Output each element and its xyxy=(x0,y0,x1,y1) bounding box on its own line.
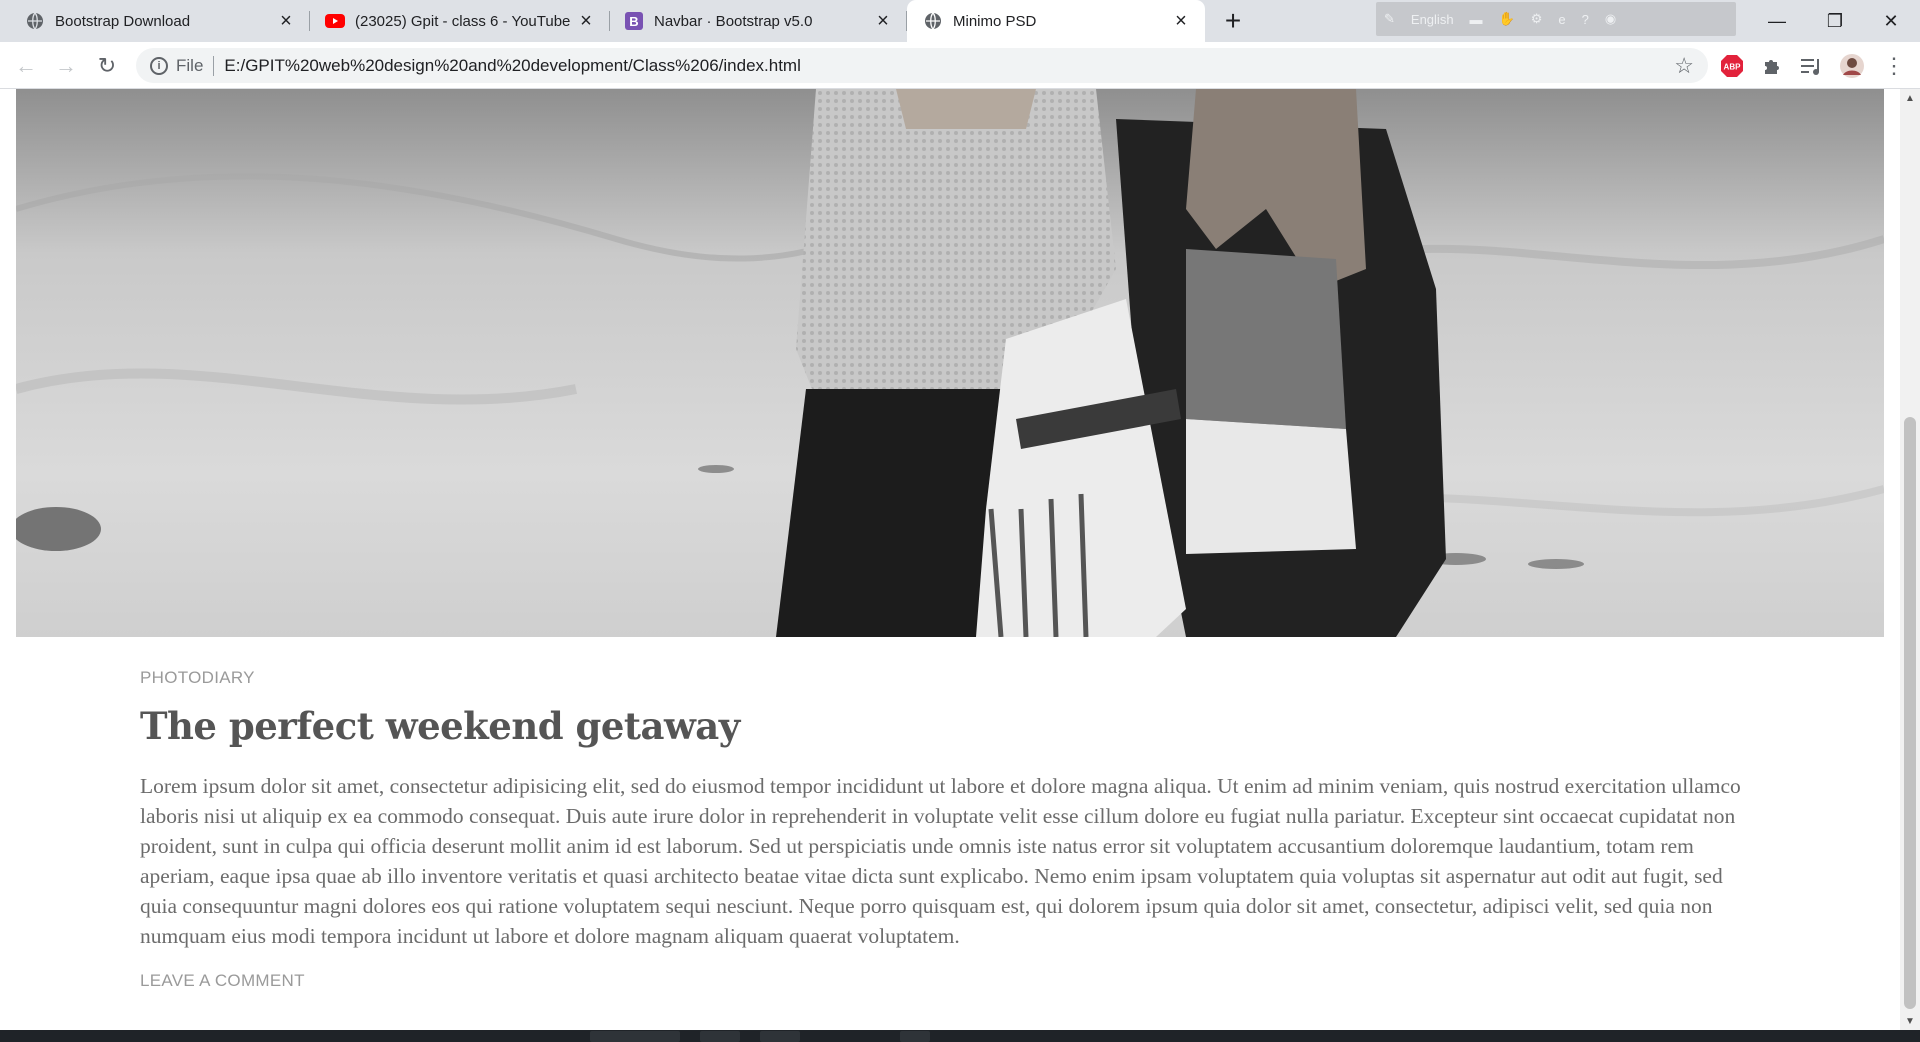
reading-list-icon[interactable] xyxy=(1797,52,1825,80)
options-icon[interactable]: ◉ xyxy=(1605,11,1616,27)
post-title: The perfect weekend getaway xyxy=(140,704,740,748)
page-scrollbar[interactable]: ▲ ▼ xyxy=(1900,89,1920,1030)
language-bar[interactable]: ✎ English ▬ ✋ ⚙ e ? ◉ xyxy=(1376,2,1736,36)
scroll-down-arrow-icon[interactable]: ▼ xyxy=(1900,1012,1920,1030)
puzzle-icon[interactable] xyxy=(1758,52,1786,80)
address-divider xyxy=(213,55,215,76)
taskbar-app[interactable] xyxy=(590,1031,680,1042)
globe-icon xyxy=(25,11,45,31)
close-tab-icon[interactable]: × xyxy=(276,10,296,32)
bookmark-star-icon[interactable]: ☆ xyxy=(1674,53,1694,79)
kebab-menu-icon[interactable]: ⋮ xyxy=(1880,52,1908,80)
browser-icon[interactable]: e xyxy=(1558,12,1565,27)
scroll-up-arrow-icon[interactable]: ▲ xyxy=(1900,89,1920,107)
reload-icon[interactable]: ↻ xyxy=(91,50,123,82)
taskbar-app[interactable] xyxy=(760,1031,800,1042)
pen-icon[interactable]: ✋ xyxy=(1499,11,1515,27)
close-tab-icon[interactable]: × xyxy=(873,10,893,32)
url-text[interactable]: E:/GPIT%20web%20design%20and%20developme… xyxy=(224,56,800,76)
profile-avatar[interactable] xyxy=(1838,52,1866,80)
tab-strip: Bootstrap Download × (23025) Gpit - clas… xyxy=(0,0,1920,42)
youtube-icon xyxy=(325,11,345,31)
close-tab-icon[interactable]: × xyxy=(1171,10,1191,32)
browser-toolbar: ← → ↻ i File E:/GPIT%20web%20design%20an… xyxy=(0,42,1920,89)
back-arrow-icon[interactable]: ← xyxy=(10,50,42,82)
leave-comment-link[interactable]: LEAVE A COMMENT xyxy=(140,971,305,991)
abp-icon[interactable]: ABP xyxy=(1718,52,1746,80)
scheme-label: File xyxy=(176,55,204,75)
tab-title: (23025) Gpit - class 6 - YouTube xyxy=(355,12,571,30)
tab-title: Bootstrap Download xyxy=(55,12,191,30)
bootstrap-icon: B xyxy=(624,11,644,31)
help-icon[interactable]: ? xyxy=(1582,12,1589,27)
close-tab-icon[interactable]: × xyxy=(576,10,596,32)
address-bar[interactable]: i File E:/GPIT%20web%20design%20and%20de… xyxy=(136,48,1708,83)
minimize-button[interactable]: — xyxy=(1748,0,1806,42)
scrollbar-thumb[interactable] xyxy=(1904,417,1916,1009)
language-label: English xyxy=(1410,11,1454,27)
tab-bootstrap-navbar[interactable]: B Navbar · Bootstrap v5.0 × xyxy=(610,0,907,42)
close-window-button[interactable]: ✕ xyxy=(1862,0,1920,42)
globe-icon xyxy=(923,11,943,31)
post-category[interactable]: PHOTODIARY xyxy=(140,668,255,688)
settings-icon[interactable]: ⚙ xyxy=(1531,11,1543,27)
hero-photo xyxy=(16,89,1884,637)
tab-title: Minimo PSD xyxy=(953,12,1037,30)
taskbar-app[interactable] xyxy=(700,1031,740,1042)
page-viewport: PHOTODIARY The perfect weekend getaway L… xyxy=(0,89,1900,1030)
tab-bootstrap-download[interactable]: Bootstrap Download × xyxy=(0,0,310,42)
keyboard-icon[interactable]: ▬ xyxy=(1470,12,1483,27)
info-icon[interactable]: i xyxy=(150,56,168,75)
svg-text:B: B xyxy=(629,14,638,29)
ime-icon[interactable]: ✎ xyxy=(1384,11,1395,27)
tab-title: Navbar · Bootstrap v5.0 xyxy=(654,12,813,30)
post-body: Lorem ipsum dolor sit amet, consectetur … xyxy=(140,774,1741,948)
svg-text:ABP: ABP xyxy=(1724,63,1742,72)
taskbar-app[interactable] xyxy=(900,1031,930,1042)
forward-arrow-icon[interactable]: → xyxy=(50,50,82,82)
restore-button[interactable]: ❐ xyxy=(1806,0,1864,42)
tab-minimo-psd[interactable]: Minimo PSD × xyxy=(907,0,1205,42)
tab-youtube[interactable]: (23025) Gpit - class 6 - YouTube × xyxy=(310,0,610,42)
new-tab-button[interactable]: + xyxy=(1217,5,1249,37)
os-taskbar xyxy=(0,1030,1920,1042)
